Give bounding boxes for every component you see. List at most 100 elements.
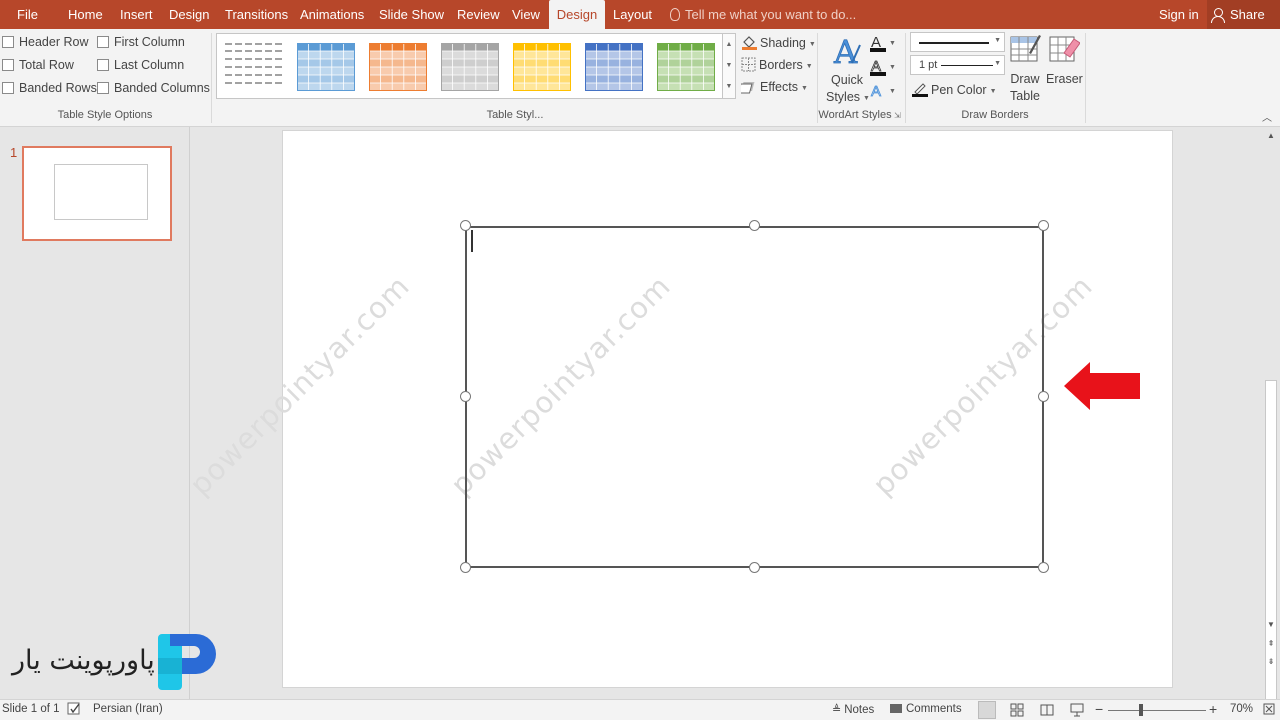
collapse-ribbon-icon[interactable]: ︿ <box>1262 109 1272 124</box>
effects-button[interactable]: Effects ▼ <box>741 80 808 94</box>
total-row-checkbox[interactable]: Total Row <box>2 58 74 72</box>
banded-columns-label: Banded Columns <box>114 81 210 95</box>
checkbox-box[interactable] <box>97 59 109 71</box>
normal-view-icon[interactable] <box>978 701 996 719</box>
table-style-orange[interactable] <box>369 43 427 91</box>
tab-insert[interactable]: Insert <box>113 0 160 29</box>
checkbox-box[interactable] <box>2 82 14 94</box>
paint-bucket-icon <box>742 36 757 50</box>
pen-style-dropdown[interactable]: ▼ <box>910 32 1005 52</box>
table-styles-gallery[interactable] <box>216 33 736 99</box>
tab-design[interactable]: Design <box>162 0 216 29</box>
share-label: Share <box>1230 7 1265 22</box>
gallery-scroller[interactable]: ▲ ▼ ▼ <box>722 33 736 99</box>
table-style-green[interactable] <box>657 43 715 91</box>
language-indicator[interactable]: Persian (Iran) <box>93 703 163 715</box>
tab-animations[interactable]: Animations <box>293 0 371 29</box>
banded-rows-checkbox[interactable]: Banded Rows <box>2 81 97 95</box>
ribbon-tab-bar: File Home Insert Design Transitions Animation… <box>0 0 1280 29</box>
resize-handle[interactable] <box>1038 562 1049 573</box>
text-fill-button[interactable]: A ▼ <box>869 33 896 58</box>
selected-table[interactable] <box>465 226 1044 568</box>
gallery-down-icon[interactable]: ▼ <box>723 55 735 76</box>
resize-handle[interactable] <box>460 562 471 573</box>
ribbon: Header Row First Column Total Row Last C… <box>0 29 1280 127</box>
slide-count[interactable]: Slide 1 of 1 <box>2 703 60 715</box>
scrollbar-thumb[interactable] <box>1265 380 1277 720</box>
table-style-dark-blue[interactable] <box>585 43 643 91</box>
resize-handle[interactable] <box>1038 220 1049 231</box>
table-style-gold[interactable] <box>513 43 571 91</box>
gallery-more-icon[interactable]: ▼ <box>723 76 735 97</box>
pen-color-button[interactable]: Pen Color ▼ <box>912 81 997 97</box>
spelling-check-icon[interactable] <box>67 702 81 719</box>
borders-button[interactable]: Borders ▼ <box>741 57 813 72</box>
dialog-launcher-icon[interactable]: ⇲ <box>894 111 901 120</box>
vertical-scrollbar[interactable]: ▲ ▼ ⇞ ⇟ <box>1262 127 1280 720</box>
notes-button[interactable]: ≜ Notes <box>832 703 874 716</box>
shading-button[interactable]: Shading ▼ <box>741 34 816 50</box>
eraser-label: Eraser <box>1046 72 1083 86</box>
tab-design[interactable]: Design <box>549 0 605 29</box>
checkbox-box[interactable] <box>2 59 14 71</box>
zoom-level[interactable]: 70% <box>1230 703 1253 715</box>
zoom-slider-thumb[interactable] <box>1139 704 1143 716</box>
effects-label: Effects <box>760 80 798 94</box>
gallery-up-icon[interactable]: ▲ <box>723 34 735 55</box>
tab-slide-show[interactable]: Slide Show <box>372 0 451 29</box>
tab-review[interactable]: Review <box>450 0 507 29</box>
text-effects-button[interactable]: A ▼ <box>869 81 896 106</box>
wordart-a-icon: A <box>833 33 861 71</box>
tab-view[interactable]: View <box>505 0 547 29</box>
svg-text:A: A <box>833 33 858 69</box>
tab-file[interactable]: File <box>10 0 45 29</box>
table-style-gray[interactable] <box>441 43 499 91</box>
tab-layout[interactable]: Layout <box>606 0 659 29</box>
banded-columns-checkbox[interactable]: Banded Columns <box>97 81 210 95</box>
zoom-in-icon[interactable]: + <box>1209 701 1217 717</box>
draw-table-icon <box>1010 35 1041 62</box>
chevron-down-icon: ▼ <box>994 60 1001 67</box>
checkbox-box[interactable] <box>2 36 14 48</box>
checkbox-box[interactable] <box>97 36 109 48</box>
text-cursor <box>471 230 473 252</box>
last-column-checkbox[interactable]: Last Column <box>97 58 184 72</box>
reading-view-icon[interactable] <box>1040 703 1054 720</box>
first-column-checkbox[interactable]: First Column <box>97 35 185 49</box>
borders-icon <box>741 57 756 72</box>
table-style-none[interactable] <box>225 43 283 91</box>
zoom-out-icon[interactable]: − <box>1095 701 1103 717</box>
comments-button[interactable]: Comments <box>890 703 962 715</box>
next-slide-icon[interactable]: ⇟ <box>1262 657 1280 666</box>
eraser-button[interactable]: Eraser <box>1046 33 1083 88</box>
slide-thumbnail[interactable] <box>22 146 172 241</box>
tab-transitions[interactable]: Transitions <box>218 0 295 29</box>
quick-styles-label[interactable]: Quick Styles ▼ <box>826 72 870 107</box>
zoom-slider-track[interactable] <box>1108 710 1206 711</box>
resize-handle[interactable] <box>749 562 760 573</box>
pen-weight-dropdown[interactable]: 1 pt ▼ <box>910 55 1005 75</box>
sign-in-link[interactable]: Sign in <box>1159 0 1199 29</box>
scroll-up-icon[interactable]: ▲ <box>1262 131 1280 140</box>
resize-handle[interactable] <box>460 391 471 402</box>
tell-me-search[interactable]: Tell me what you want to do... <box>670 0 856 29</box>
banded-rows-label: Banded Rows <box>19 81 97 95</box>
draw-table-button[interactable]: Draw Table <box>1008 33 1042 105</box>
slide-sorter-icon[interactable] <box>1010 703 1024 720</box>
tab-home[interactable]: Home <box>61 0 110 29</box>
scroll-down-icon[interactable]: ▼ <box>1262 620 1280 629</box>
header-row-checkbox[interactable]: Header Row <box>2 35 88 49</box>
slideshow-view-icon[interactable] <box>1070 703 1084 720</box>
text-fill-icon: A ▼ <box>870 34 896 52</box>
resize-handle[interactable] <box>460 220 471 231</box>
previous-slide-icon[interactable]: ⇞ <box>1262 639 1280 648</box>
resize-handle[interactable] <box>1038 391 1049 402</box>
fit-slide-icon[interactable] <box>1262 702 1276 719</box>
table-style-blue[interactable] <box>297 43 355 91</box>
resize-handle[interactable] <box>749 220 760 231</box>
text-outline-button[interactable]: A ▼ <box>869 57 896 82</box>
checkbox-box[interactable] <box>97 82 109 94</box>
share-button[interactable]: Share <box>1207 0 1280 29</box>
quick-styles-button[interactable]: A <box>826 33 868 72</box>
person-icon <box>1211 8 1225 23</box>
